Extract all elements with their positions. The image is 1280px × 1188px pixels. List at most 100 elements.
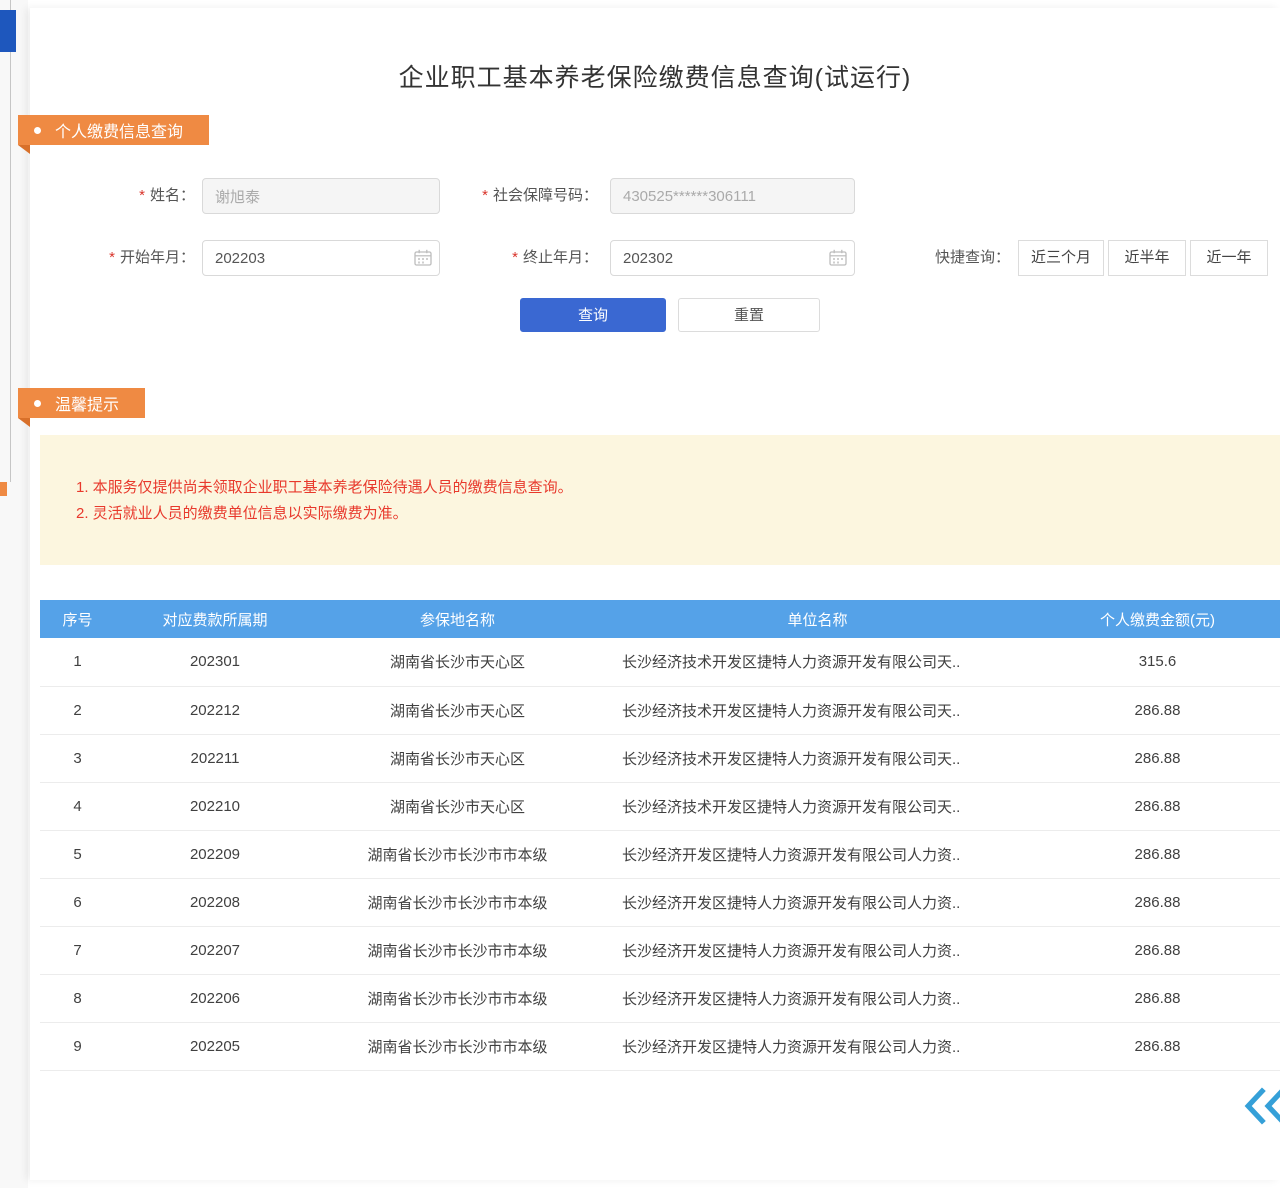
table-cell: 286.88 [1035, 830, 1280, 878]
page-title: 企业职工基本养老保险缴费信息查询(试运行) [30, 58, 1280, 94]
table-row: 5202209湖南省长沙市长沙市市本级长沙经济开发区捷特人力资源开发有限公司人力… [40, 830, 1280, 878]
calendar-icon[interactable] [829, 249, 847, 266]
table-row: 4202210湖南省长沙市天心区长沙经济技术开发区捷特人力资源开发有限公司天..… [40, 782, 1280, 830]
left-gutter [0, 0, 28, 1188]
reset-button[interactable]: 重置 [678, 298, 820, 332]
table-cell: 202205 [115, 1022, 315, 1070]
table-cell: 286.88 [1035, 974, 1280, 1022]
table-cell: 湖南省长沙市长沙市市本级 [315, 878, 600, 926]
table-cell: 2 [40, 686, 115, 734]
tips-notice-box: 1. 本服务仅提供尚未领取企业职工基本养老保险待遇人员的缴费信息查询。 2. 灵… [40, 435, 1280, 565]
table-cell: 4 [40, 782, 115, 830]
section-badge-personal-query: 个人缴费信息查询 [18, 115, 209, 145]
table-cell: 长沙经济开发区捷特人力资源开发有限公司人力资.. [600, 830, 1035, 878]
table-row: 7202207湖南省长沙市长沙市市本级长沙经济开发区捷特人力资源开发有限公司人力… [40, 926, 1280, 974]
section-badge-label: 温馨提示 [55, 391, 119, 415]
table-cell: 6 [40, 878, 115, 926]
required-asterisk: * [139, 187, 145, 204]
table-row: 6202208湖南省长沙市长沙市市本级长沙经济开发区捷特人力资源开发有限公司人力… [40, 878, 1280, 926]
table-cell: 202208 [115, 878, 315, 926]
table-cell: 5 [40, 830, 115, 878]
table-cell: 202209 [115, 830, 315, 878]
ssn-label: *社会保障号码： [450, 178, 598, 214]
edge-orange-marker [0, 482, 7, 496]
table-cell: 湖南省长沙市长沙市市本级 [315, 830, 600, 878]
table-cell: 286.88 [1035, 686, 1280, 734]
required-asterisk: * [512, 249, 518, 266]
table-cell: 湖南省长沙市长沙市市本级 [315, 926, 600, 974]
table-cell: 286.88 [1035, 878, 1280, 926]
table-cell: 湖南省长沙市天心区 [315, 686, 600, 734]
table-cell: 长沙经济开发区捷特人力资源开发有限公司人力资.. [600, 926, 1035, 974]
table-row: 8202206湖南省长沙市长沙市市本级长沙经济开发区捷特人力资源开发有限公司人力… [40, 974, 1280, 1022]
table-cell: 3 [40, 734, 115, 782]
start-month-field[interactable] [202, 240, 440, 276]
table-cell: 长沙经济开发区捷特人力资源开发有限公司人力资.. [600, 1022, 1035, 1070]
table-cell: 202210 [115, 782, 315, 830]
table-cell: 长沙经济技术开发区捷特人力资源开发有限公司天.. [600, 782, 1035, 830]
table-cell: 286.88 [1035, 1022, 1280, 1070]
header-personal-amount: 个人缴费金额(元) [1035, 600, 1280, 638]
header-fee-period: 对应费款所属期 [115, 600, 315, 638]
required-asterisk: * [109, 249, 115, 266]
table-cell: 315.6 [1035, 638, 1280, 686]
table-cell: 长沙经济开发区捷特人力资源开发有限公司人力资.. [600, 974, 1035, 1022]
header-unit-name: 单位名称 [600, 600, 1035, 638]
section-badge-label: 个人缴费信息查询 [55, 118, 183, 142]
table-cell: 202211 [115, 734, 315, 782]
end-month-field[interactable] [610, 240, 855, 276]
ribbon-fold [18, 418, 30, 427]
double-left-chevron-icon[interactable] [1244, 1085, 1280, 1127]
table-cell: 7 [40, 926, 115, 974]
table-cell: 1 [40, 638, 115, 686]
ribbon-fold [18, 145, 30, 154]
calendar-icon[interactable] [414, 249, 432, 266]
bullet-dot-icon [34, 400, 41, 407]
table-row: 2202212湖南省长沙市天心区长沙经济技术开发区捷特人力资源开发有限公司天..… [40, 686, 1280, 734]
table-cell: 长沙经济开发区捷特人力资源开发有限公司人力资.. [600, 878, 1035, 926]
header-seq: 序号 [40, 600, 115, 638]
quick-btn-last-3-months[interactable]: 近三个月 [1018, 240, 1104, 276]
quick-btn-last-year[interactable]: 近一年 [1190, 240, 1268, 276]
table-cell: 286.88 [1035, 734, 1280, 782]
table-cell: 长沙经济技术开发区捷特人力资源开发有限公司天.. [600, 686, 1035, 734]
table-row: 1202301湖南省长沙市天心区长沙经济技术开发区捷特人力资源开发有限公司天..… [40, 638, 1280, 686]
name-label: *姓名： [30, 178, 195, 214]
table-cell: 长沙经济技术开发区捷特人力资源开发有限公司天.. [600, 638, 1035, 686]
table-cell: 202301 [115, 638, 315, 686]
table-cell: 湖南省长沙市长沙市市本级 [315, 1022, 600, 1070]
table-cell: 202206 [115, 974, 315, 1022]
required-asterisk: * [482, 187, 488, 204]
table-cell: 8 [40, 974, 115, 1022]
bullet-dot-icon [34, 127, 41, 134]
page: 企业职工基本养老保险缴费信息查询(试运行) 个人缴费信息查询 *姓名： *社会保… [0, 0, 1280, 1188]
table-cell: 湖南省长沙市天心区 [315, 782, 600, 830]
table-row: 3202211湖南省长沙市天心区长沙经济技术开发区捷特人力资源开发有限公司天..… [40, 734, 1280, 782]
main-panel: 企业职工基本养老保险缴费信息查询(试运行) 个人缴费信息查询 *姓名： *社会保… [30, 8, 1280, 1180]
header-insured-place: 参保地名称 [315, 600, 600, 638]
table-cell: 286.88 [1035, 782, 1280, 830]
query-button[interactable]: 查询 [520, 298, 666, 332]
table-header: 序号 对应费款所属期 参保地名称 单位名称 个人缴费金额(元) [40, 600, 1280, 638]
left-divider [10, 0, 11, 482]
section-badge-tips: 温馨提示 [18, 388, 145, 418]
start-month-label: *开始年月： [30, 240, 195, 276]
quick-query-label: 快捷查询： [925, 240, 1010, 276]
table-cell: 长沙经济技术开发区捷特人力资源开发有限公司天.. [600, 734, 1035, 782]
table-cell: 9 [40, 1022, 115, 1070]
payment-table: 序号 对应费款所属期 参保地名称 单位名称 个人缴费金额(元) 1202301湖… [40, 600, 1280, 1071]
table-cell: 286.88 [1035, 926, 1280, 974]
quick-btn-last-half-year[interactable]: 近半年 [1108, 240, 1186, 276]
tips-line: 2. 灵活就业人员的缴费单位信息以实际缴费为准。 [76, 501, 1280, 527]
table-cell: 202212 [115, 686, 315, 734]
tips-line: 1. 本服务仅提供尚未领取企业职工基本养老保险待遇人员的缴费信息查询。 [76, 475, 1280, 501]
ssn-field[interactable] [610, 178, 855, 214]
name-field[interactable] [202, 178, 440, 214]
table-cell: 湖南省长沙市天心区 [315, 734, 600, 782]
collapsed-sidebar-tab[interactable] [0, 10, 16, 52]
table-row: 9202205湖南省长沙市长沙市市本级长沙经济开发区捷特人力资源开发有限公司人力… [40, 1022, 1280, 1070]
end-month-label: *终止年月： [450, 240, 598, 276]
table-cell: 湖南省长沙市长沙市市本级 [315, 974, 600, 1022]
table-cell: 湖南省长沙市天心区 [315, 638, 600, 686]
table-cell: 202207 [115, 926, 315, 974]
